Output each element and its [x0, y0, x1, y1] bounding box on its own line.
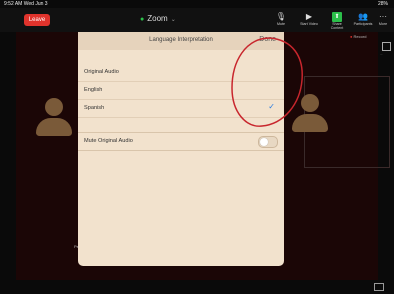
- participants-icon: 👥: [358, 12, 368, 21]
- panel-header: Language Interpretation Done: [78, 32, 284, 50]
- avatar-body: [36, 118, 72, 136]
- recording-indicator: ● Record: [350, 34, 366, 39]
- option-label: Spanish: [84, 105, 105, 111]
- mute-original-audio-toggle[interactable]: [258, 136, 278, 148]
- participants-label: Participants: [353, 22, 373, 26]
- share-icon: ⬆: [332, 12, 342, 22]
- layout-toggle-icon[interactable]: [382, 42, 391, 51]
- mute-label: Mute: [277, 22, 285, 26]
- participant-avatar-right: [292, 94, 328, 138]
- mute-original-audio-label: Mute Original Audio: [84, 138, 133, 144]
- avatar-body: [292, 114, 328, 132]
- shield-icon: ●: [140, 16, 145, 23]
- mute-original-audio-row: Mute Original Audio: [78, 132, 284, 151]
- more-icon: ···: [379, 12, 387, 21]
- option-spanish[interactable]: Spanish ✓: [78, 100, 284, 118]
- toggle-knob: [260, 138, 268, 146]
- language-interpretation-panel: Language Interpretation Done Original Au…: [78, 32, 284, 266]
- recording-label: Record: [353, 34, 367, 39]
- start-video-button[interactable]: ▶ Start Video: [298, 12, 320, 26]
- participants-button[interactable]: 👥 Participants: [352, 12, 374, 26]
- done-button[interactable]: Done: [259, 36, 276, 43]
- panel-title: Language Interpretation: [149, 37, 213, 43]
- share-content-button[interactable]: ⬆ Share Content: [326, 12, 348, 30]
- app-title: Zoom: [147, 14, 168, 23]
- share-content-label: Share Content: [330, 22, 344, 30]
- chat-icon[interactable]: [374, 283, 384, 291]
- meeting-title[interactable]: ● Zoom ⌄: [140, 14, 176, 23]
- option-label: Original Audio: [84, 69, 119, 75]
- option-english[interactable]: English: [78, 82, 284, 100]
- checkmark-icon: ✓: [268, 102, 275, 111]
- option-label: English: [84, 87, 103, 93]
- mic-icon: 🎙: [275, 12, 287, 21]
- status-time: 9:52 AM Wed Jun 3: [4, 1, 48, 7]
- meeting-toolbar: Leave ● Zoom ⌄ 🎙 Mute ▶ Start Video ⬆ Shar…: [0, 8, 394, 32]
- participant-avatar-left: [36, 98, 72, 142]
- mute-button[interactable]: 🎙 Mute: [270, 12, 292, 26]
- bottom-bar: [0, 280, 394, 294]
- avatar-head: [45, 98, 63, 116]
- leave-button[interactable]: Leave: [24, 14, 50, 26]
- layout-caption: ...: [380, 52, 383, 56]
- status-bar: 9:52 AM Wed Jun 3 28%: [0, 0, 394, 8]
- start-video-label: Start Video: [300, 22, 318, 26]
- option-original-audio[interactable]: Original Audio: [78, 64, 284, 82]
- status-battery: 28%: [377, 1, 388, 7]
- avatar-head: [301, 94, 319, 112]
- more-button[interactable]: ··· More: [374, 12, 392, 26]
- chevron-down-icon: ⌄: [170, 17, 176, 23]
- more-label: More: [378, 22, 388, 26]
- video-icon: ▶: [305, 12, 313, 21]
